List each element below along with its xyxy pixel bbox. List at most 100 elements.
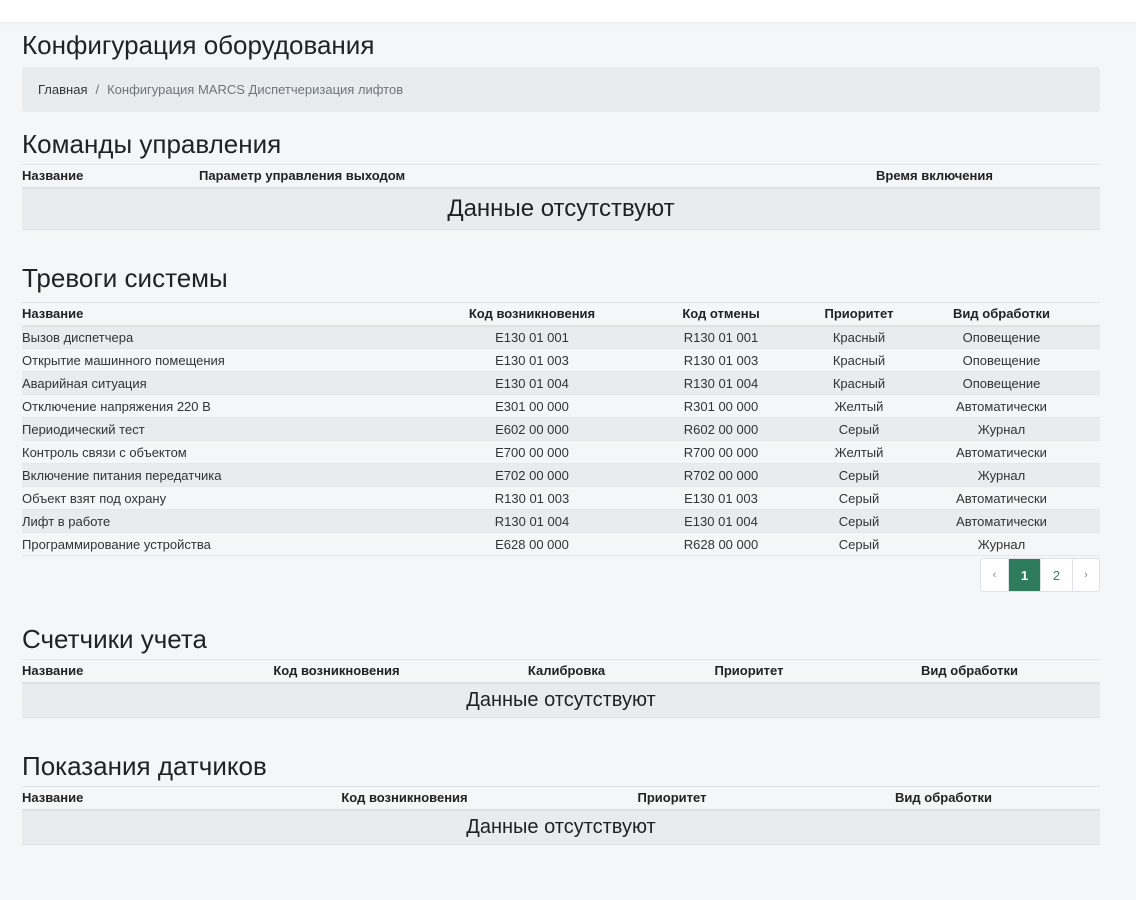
priority: Красный xyxy=(815,371,903,395)
cancel-code: R130 01 004 xyxy=(627,371,815,395)
column-header: Вид обработки xyxy=(839,659,1100,684)
priority: Серый xyxy=(815,486,903,510)
alarm-code: E130 01 001 xyxy=(437,325,627,349)
alarm-code: E602 00 000 xyxy=(437,417,627,441)
breadcrumb-separator: / xyxy=(95,82,100,97)
priority: Желтый xyxy=(815,394,903,418)
cancel-code: E130 01 003 xyxy=(627,486,815,510)
column-header: Время включения xyxy=(876,164,1100,189)
main-container: Конфигурация оборудования Главная / Конф… xyxy=(22,22,1100,845)
priority: Серый xyxy=(815,463,903,487)
breadcrumb-current: Конфигурация MARCS Диспетчеризация лифто… xyxy=(107,82,404,97)
priority: Красный xyxy=(815,348,903,372)
table-row: Лифт в работе R130 01 004 E130 01 004 Се… xyxy=(22,509,1100,533)
alarm-code: E130 01 003 xyxy=(437,348,627,372)
processing-type: Оповещение xyxy=(903,348,1100,372)
top-navbar xyxy=(0,0,1136,22)
alarm-code: E702 00 000 xyxy=(437,463,627,487)
table-row: Отключение напряжения 220 В E301 00 000 … xyxy=(22,394,1100,418)
empty-message: Данные отсутствуют xyxy=(22,809,1100,845)
next-page-button[interactable]: › xyxy=(1072,559,1099,591)
processing-type: Журнал xyxy=(903,463,1100,487)
column-header: Приоритет xyxy=(659,659,839,684)
column-header: Название xyxy=(22,786,252,811)
alarm-code: E130 01 004 xyxy=(437,371,627,395)
empty-message: Данные отсутствуют xyxy=(22,187,1100,230)
column-header: Код возникновения xyxy=(252,786,557,811)
column-header: Параметр управления выходом xyxy=(199,164,876,189)
cancel-code: R130 01 003 xyxy=(627,348,815,372)
column-header: Вид обработки xyxy=(787,786,1100,811)
alarm-name: Объект взят под охрану xyxy=(22,486,437,510)
alarm-name: Программирование устройства xyxy=(22,532,437,556)
alarm-name: Отключение напряжения 220 В xyxy=(22,394,437,418)
cancel-code: R130 01 001 xyxy=(627,325,815,349)
alarm-name: Включение питания передатчика xyxy=(22,463,437,487)
column-header: Код возникновения xyxy=(437,302,627,327)
breadcrumb-home-link[interactable]: Главная xyxy=(38,82,87,97)
column-header: Код отмены xyxy=(627,302,815,327)
alarm-name: Открытие машинного помещения xyxy=(22,348,437,372)
processing-type: Автоматически xyxy=(903,509,1100,533)
table-row: Периодический тест E602 00 000 R602 00 0… xyxy=(22,417,1100,441)
processing-type: Автоматически xyxy=(903,440,1100,464)
counters-section-title: Счетчики учета xyxy=(22,624,207,654)
page-1-button[interactable]: 1 xyxy=(1008,559,1040,591)
page-2-button[interactable]: 2 xyxy=(1040,559,1072,591)
prev-page-button[interactable]: ‹ xyxy=(981,559,1008,591)
empty-message: Данные отсутствуют xyxy=(22,682,1100,718)
cancel-code: R602 00 000 xyxy=(627,417,815,441)
alarm-name: Вызов диспетчера xyxy=(22,325,437,349)
commands-section-title: Команды управления xyxy=(22,129,282,159)
column-header: Название xyxy=(22,659,199,684)
alarm-code: E628 00 000 xyxy=(437,532,627,556)
processing-type: Оповещение xyxy=(903,371,1100,395)
table-row: Программирование устройства E628 00 000 … xyxy=(22,532,1100,556)
alarm-code: E700 00 000 xyxy=(437,440,627,464)
alarm-code: E301 00 000 xyxy=(437,394,627,418)
table-row: Включение питания передатчика E702 00 00… xyxy=(22,463,1100,487)
processing-type: Автоматически xyxy=(903,486,1100,510)
table-row: Контроль связи с объектом E700 00 000 R7… xyxy=(22,440,1100,464)
cancel-code: R702 00 000 xyxy=(627,463,815,487)
commands-table: Название Параметр управления выходом Вре… xyxy=(22,164,1100,230)
column-header: Код возникновения xyxy=(199,659,474,684)
column-header: Название xyxy=(22,302,437,327)
alarm-name: Лифт в работе xyxy=(22,509,437,533)
table-row: Объект взят под охрану R130 01 003 E130 … xyxy=(22,486,1100,510)
column-header: Название xyxy=(22,164,199,189)
breadcrumb: Главная / Конфигурация MARCS Диспетчериз… xyxy=(22,67,1100,112)
alarm-name: Аварийная ситуация xyxy=(22,371,437,395)
column-header: Приоритет xyxy=(557,786,787,811)
cancel-code: R301 00 000 xyxy=(627,394,815,418)
alarm-name: Периодический тест xyxy=(22,417,437,441)
processing-type: Оповещение xyxy=(903,325,1100,349)
cancel-code: E130 01 004 xyxy=(627,509,815,533)
counters-table: Название Код возникновения Калибровка Пр… xyxy=(22,659,1100,718)
column-header: Приоритет xyxy=(815,302,903,327)
column-header: Вид обработки xyxy=(903,302,1100,327)
alarms-section-title: Тревоги системы xyxy=(22,263,228,293)
priority: Красный xyxy=(815,325,903,349)
column-header: Калибровка xyxy=(474,659,659,684)
table-row: Вызов диспетчера E130 01 001 R130 01 001… xyxy=(22,325,1100,349)
priority: Серый xyxy=(815,532,903,556)
cancel-code: R700 00 000 xyxy=(627,440,815,464)
page-title: Конфигурация оборудования xyxy=(22,30,375,60)
alarms-table: Название Код возникновения Код отмены Пр… xyxy=(22,302,1100,556)
table-row: Открытие машинного помещения E130 01 003… xyxy=(22,348,1100,372)
priority: Желтый xyxy=(815,440,903,464)
table-row: Аварийная ситуация E130 01 004 R130 01 0… xyxy=(22,371,1100,395)
sensors-section-title: Показания датчиков xyxy=(22,751,267,781)
alarm-code: R130 01 003 xyxy=(437,486,627,510)
cancel-code: R628 00 000 xyxy=(627,532,815,556)
processing-type: Журнал xyxy=(903,532,1100,556)
alarm-name: Контроль связи с объектом xyxy=(22,440,437,464)
priority: Серый xyxy=(815,509,903,533)
alarms-pagination: ‹ 1 2 › xyxy=(980,558,1100,592)
priority: Серый xyxy=(815,417,903,441)
sensors-table: Название Код возникновения Приоритет Вид… xyxy=(22,786,1100,845)
processing-type: Автоматически xyxy=(903,394,1100,418)
alarm-code: R130 01 004 xyxy=(437,509,627,533)
processing-type: Журнал xyxy=(903,417,1100,441)
